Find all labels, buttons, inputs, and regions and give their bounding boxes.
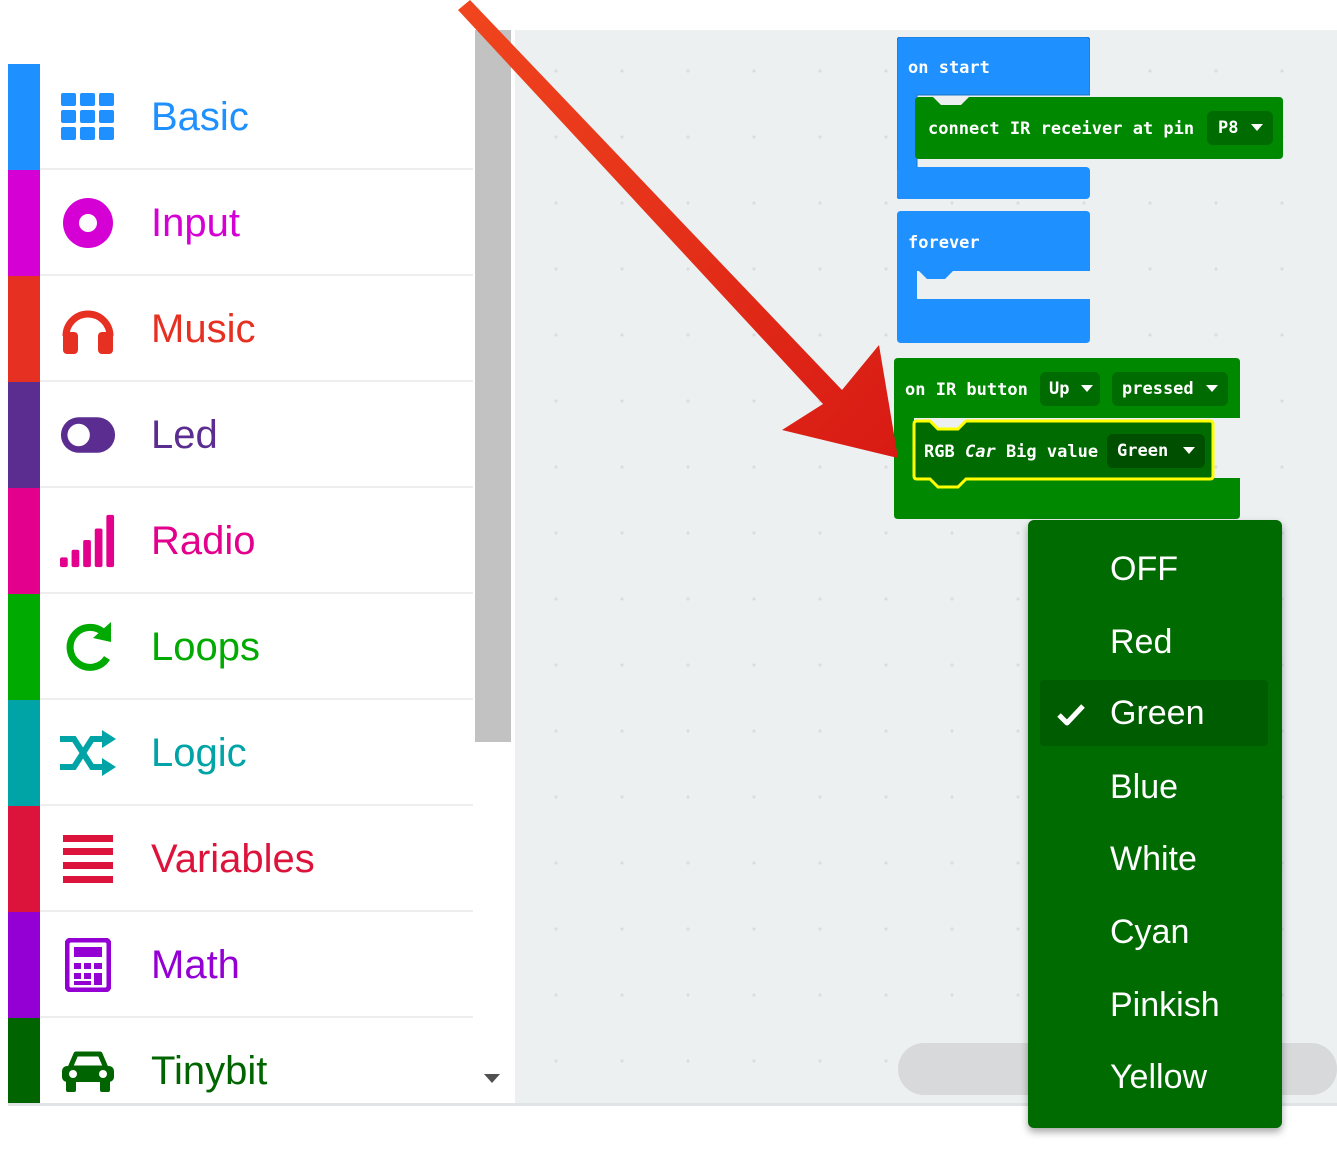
category-label: Loops	[151, 625, 260, 669]
shuffle-icon	[60, 727, 116, 779]
category-label: Radio	[151, 519, 256, 563]
color-dropdown-menu: OFF Red Green Blue White Cyan Pinkish Ye…	[1028, 520, 1282, 1128]
rgb-car-label: RGB Car Big value	[924, 442, 1099, 462]
on-start-label: on start	[908, 58, 990, 78]
category-tinybit[interactable]: Tinybit	[8, 1018, 473, 1104]
target-circle-icon	[60, 197, 116, 249]
toolbox-scrollbar-thumb[interactable]	[475, 30, 511, 742]
category-label: Math	[151, 943, 240, 987]
category-color-bar	[8, 594, 40, 700]
menu-option-off[interactable]: OFF	[1040, 536, 1268, 602]
chevron-down-icon	[1206, 385, 1218, 392]
category-color-bar	[8, 170, 40, 276]
category-loops[interactable]: Loops	[8, 594, 473, 700]
menu-option-white[interactable]: White	[1040, 826, 1268, 892]
category-input[interactable]: Input	[8, 170, 473, 276]
category-label: Logic	[151, 731, 247, 775]
refresh-icon	[60, 621, 116, 673]
category-label: Basic	[151, 95, 249, 139]
menu-option-pinkish[interactable]: Pinkish	[1040, 972, 1268, 1038]
color-value-dropdown-value: Green	[1117, 441, 1169, 461]
category-math[interactable]: Math	[8, 912, 473, 1018]
chevron-down-icon	[1183, 447, 1195, 454]
category-radio[interactable]: Radio	[8, 488, 473, 594]
category-label: Music	[151, 307, 256, 351]
category-label: Tinybit	[151, 1049, 268, 1093]
forever-label: forever	[908, 233, 980, 253]
category-logic[interactable]: Logic	[8, 700, 473, 806]
category-color-bar	[8, 64, 40, 170]
car-icon	[60, 1045, 116, 1097]
ir-button-dropdown[interactable]: Up	[1040, 372, 1100, 406]
menu-option-yellow[interactable]: Yellow	[1040, 1044, 1268, 1110]
category-music[interactable]: Music	[8, 276, 473, 382]
signal-bars-icon	[60, 514, 116, 568]
category-label: Led	[151, 413, 218, 457]
category-color-bar	[8, 912, 40, 1018]
ir-button-dropdown-value: Up	[1049, 379, 1070, 399]
category-color-bar	[8, 806, 40, 912]
headphones-icon	[60, 303, 116, 355]
category-basic[interactable]: Basic	[8, 64, 473, 170]
menu-option-green[interactable]: Green	[1040, 680, 1268, 746]
menu-option-cyan[interactable]: Cyan	[1040, 899, 1268, 965]
category-color-bar	[8, 382, 40, 488]
ir-event-dropdown[interactable]: pressed	[1112, 372, 1228, 406]
toolbox: Basic Input Music Led Radio Loops Logic …	[8, 64, 473, 1104]
menu-option-red[interactable]: Red	[1040, 609, 1268, 675]
category-color-bar	[8, 1018, 40, 1104]
scroll-down-arrow-icon[interactable]	[482, 1070, 502, 1086]
category-label: Variables	[151, 837, 315, 881]
toggle-icon	[60, 409, 116, 461]
checkmark-icon	[1057, 704, 1085, 726]
on-ir-button-label: on IR button	[905, 380, 1028, 400]
chevron-down-icon	[1081, 385, 1093, 392]
category-color-bar	[8, 700, 40, 806]
pin-dropdown-value: P8	[1218, 118, 1239, 138]
pin-dropdown[interactable]: P8	[1207, 111, 1273, 145]
chevron-down-icon	[1251, 124, 1263, 131]
grid-icon	[60, 91, 116, 143]
menu-option-blue[interactable]: Blue	[1040, 754, 1268, 820]
category-variables[interactable]: Variables	[8, 806, 473, 912]
category-color-bar	[8, 276, 40, 382]
forever-block[interactable]: forever	[897, 211, 1090, 343]
category-label: Input	[151, 201, 240, 245]
calculator-icon	[60, 938, 116, 992]
category-color-bar	[8, 488, 40, 594]
ir-event-dropdown-value: pressed	[1122, 379, 1194, 399]
rgb-car-big-block[interactable]: RGB Car Big value Green	[912, 419, 1215, 489]
category-led[interactable]: Led	[8, 382, 473, 488]
list-lines-icon	[60, 833, 116, 885]
connect-ir-label: connect IR receiver at pin	[928, 119, 1195, 139]
color-value-dropdown[interactable]: Green	[1107, 434, 1205, 468]
connect-ir-receiver-block[interactable]: connect IR receiver at pin P8	[915, 97, 1283, 159]
